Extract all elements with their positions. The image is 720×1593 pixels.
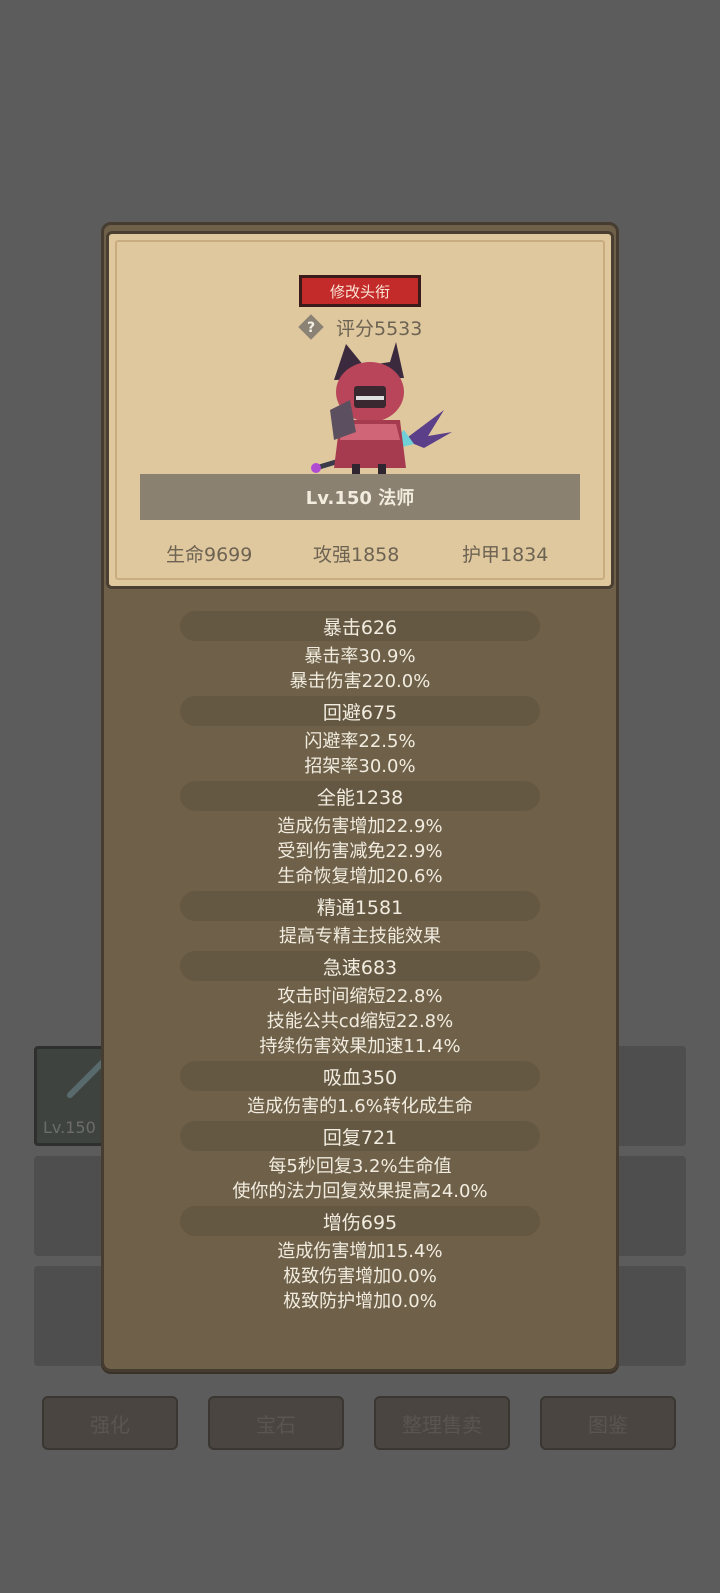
stat-line: 极致伤害增加0.0%	[283, 1266, 437, 1287]
edit-title-button[interactable]: 修改头衔	[299, 275, 421, 307]
mage-character-sprite	[311, 342, 452, 478]
stat-line: 造成伤害的1.6%转化成生命	[247, 1096, 473, 1117]
level-class-bar: Lv.150 法师	[140, 474, 580, 520]
stat-line: 招架率30.0%	[304, 756, 416, 777]
stat-line: 每5秒回复3.2%生命值	[268, 1156, 452, 1177]
inventory-slot[interactable]	[612, 1046, 686, 1146]
svg-text:?: ?	[307, 320, 315, 336]
item-level: Lv.150	[43, 1118, 96, 1137]
group-header-mastery: 精通1581	[180, 891, 540, 921]
stat-health: 生命9699	[166, 544, 253, 566]
stat-line: 暴击伤害220.0%	[289, 671, 431, 692]
stat-line: 造成伤害增加15.4%	[277, 1241, 443, 1262]
stat-line: 攻击时间缩短22.8%	[277, 986, 443, 1007]
stat-line: 使你的法力回复效果提高24.0%	[232, 1181, 488, 1202]
group-header-avoidance: 回避675	[180, 696, 540, 726]
enhance-button[interactable]: 强化	[42, 1396, 178, 1450]
group-header-haste: 急速683	[180, 951, 540, 981]
group-header-regen: 回复721	[180, 1121, 540, 1151]
inventory-slot[interactable]	[34, 1156, 104, 1256]
group-header-leech: 吸血350	[180, 1061, 540, 1091]
stat-attack-power: 攻强1858	[313, 544, 400, 566]
question-diamond-icon[interactable]: ?	[298, 314, 324, 340]
stat-line: 暴击率30.9%	[304, 646, 416, 667]
group-header-versatility: 全能1238	[180, 781, 540, 811]
inventory-slot[interactable]	[612, 1156, 686, 1256]
sort-sell-button[interactable]: 整理售卖	[374, 1396, 510, 1450]
stat-armor: 护甲1834	[462, 544, 549, 566]
stat-line: 持续伤害效果加速11.4%	[259, 1036, 461, 1057]
stat-line: 生命恢复增加20.6%	[277, 866, 443, 887]
score-label: 评分5533	[336, 318, 423, 340]
stat-line: 造成伤害增加22.9%	[277, 816, 443, 837]
gem-button[interactable]: 宝石	[208, 1396, 344, 1450]
group-header-crit: 暴击626	[180, 611, 540, 641]
stat-line: 极致防护增加0.0%	[283, 1291, 437, 1312]
codex-button[interactable]: 图鉴	[540, 1396, 676, 1450]
stat-line: 受到伤害减免22.9%	[277, 841, 443, 862]
stat-line: 闪避率22.5%	[304, 731, 416, 752]
stat-line: 提高专精主技能效果	[279, 926, 441, 947]
group-header-damage-bonus: 增伤695	[180, 1206, 540, 1236]
stat-line: 技能公共cd缩短22.8%	[266, 1011, 454, 1032]
